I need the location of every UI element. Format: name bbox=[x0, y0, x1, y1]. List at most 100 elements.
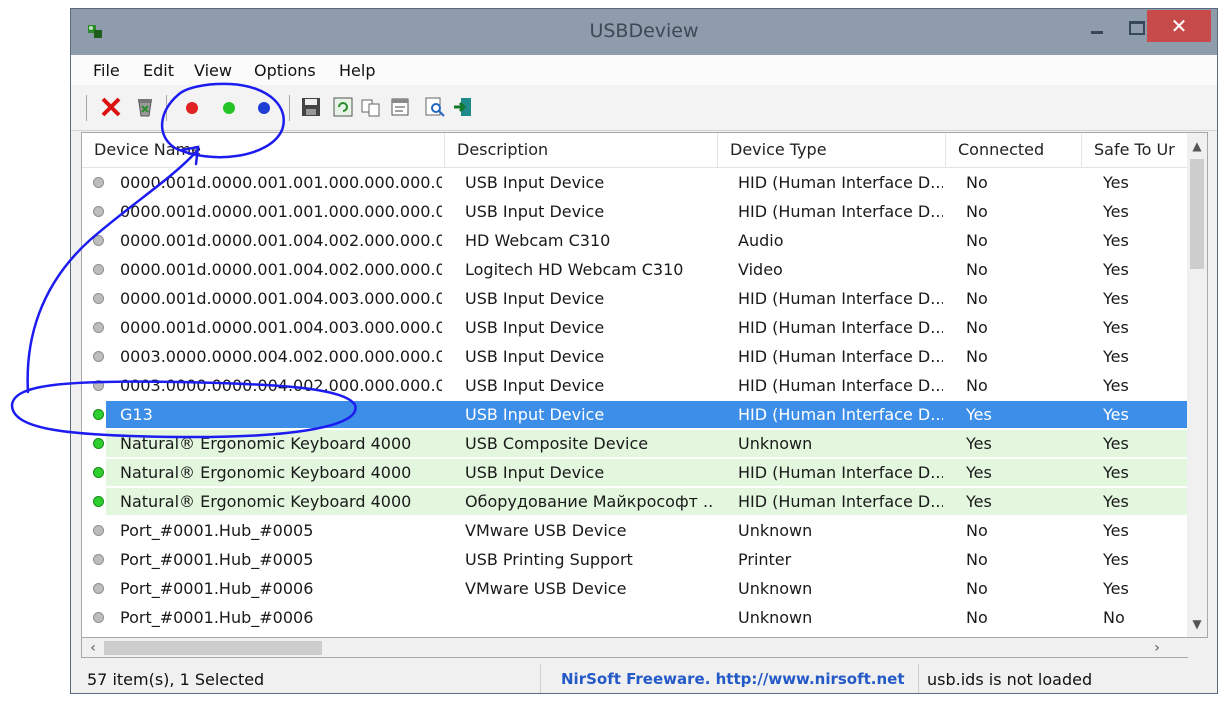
table-row[interactable]: 0003.0000.0000.004.002.000.000.000.000 US… bbox=[82, 342, 1188, 371]
refresh-icon[interactable] bbox=[331, 95, 355, 119]
app-window: USBDeview ✕ File Edit View Options Help bbox=[70, 8, 1218, 694]
table-row[interactable]: Port_#0001.Hub_#0005 VMware USB Device Unk… bbox=[82, 516, 1188, 545]
cell-safe: Yes bbox=[1103, 434, 1129, 453]
cell-connected: Yes bbox=[966, 434, 992, 453]
cell-safe: Yes bbox=[1103, 463, 1129, 482]
disconnected-status-icon bbox=[93, 206, 104, 217]
list-rows: 0000.001d.0000.001.001.000.000.000.000 US… bbox=[82, 168, 1188, 632]
cell-type: HID (Human Interface D... bbox=[738, 347, 943, 366]
column-safe-to-unplug[interactable]: Safe To Ur bbox=[1082, 133, 1188, 167]
exit-icon[interactable] bbox=[451, 95, 475, 119]
cell-type: HID (Human Interface D... bbox=[738, 202, 943, 221]
nirsoft-link[interactable]: NirSoft Freeware. http://www.nirsoft.net bbox=[541, 664, 919, 693]
table-row[interactable]: Port_#0001.Hub_#0005 USB Printing Support… bbox=[82, 545, 1188, 574]
status-usbids: usb.ids is not loaded bbox=[927, 670, 1093, 689]
table-row[interactable]: 0000.001d.0000.001.004.003.000.000.000 US… bbox=[82, 284, 1188, 313]
connected-status-icon bbox=[93, 467, 104, 478]
cell-name: Natural® Ergonomic Keyboard 4000 bbox=[120, 492, 412, 511]
cell-safe: Yes bbox=[1103, 289, 1129, 308]
menu-edit[interactable]: Edit bbox=[143, 61, 174, 80]
cell-type: HID (Human Interface D... bbox=[738, 318, 943, 337]
scroll-up-icon[interactable]: ▲ bbox=[1187, 135, 1207, 157]
table-row[interactable]: 0000.001d.0000.001.004.002.000.000.000 Lo… bbox=[82, 255, 1188, 284]
copy-icon[interactable] bbox=[359, 95, 383, 119]
table-row[interactable]: G13 USB Input Device HID (Human Interface … bbox=[82, 400, 1188, 429]
disconnected-status-icon bbox=[93, 351, 104, 362]
cell-connected: No bbox=[966, 347, 988, 366]
cell-safe: Yes bbox=[1103, 260, 1129, 279]
cell-desc: VMware USB Device bbox=[465, 521, 627, 540]
title-bar[interactable]: USBDeview ✕ bbox=[71, 9, 1217, 55]
cell-name: 0003.0000.0000.004.002.000.000.000.000 bbox=[120, 347, 442, 366]
menu-options[interactable]: Options bbox=[254, 61, 316, 80]
cell-connected: No bbox=[966, 260, 988, 279]
cell-desc: HD Webcam C310 bbox=[465, 231, 611, 250]
vertical-scrollbar[interactable]: ▲ ▼ bbox=[1187, 133, 1207, 637]
cell-type: HID (Human Interface D... bbox=[738, 405, 943, 424]
save-icon[interactable] bbox=[299, 95, 323, 119]
table-row[interactable]: 0000.001d.0000.001.001.000.000.000.000 US… bbox=[82, 197, 1188, 226]
cell-connected: No bbox=[966, 318, 988, 337]
column-device-type[interactable]: Device Type bbox=[718, 133, 946, 167]
cell-type: Video bbox=[738, 260, 783, 279]
status-bar: 57 item(s), 1 Selected NirSoft Freeware.… bbox=[81, 664, 1208, 693]
scroll-down-icon[interactable]: ▼ bbox=[1187, 613, 1207, 635]
uninstall-icon[interactable] bbox=[133, 95, 157, 119]
cell-desc: Оборудование Майкрософт ... bbox=[465, 492, 715, 511]
close-button[interactable]: ✕ bbox=[1147, 10, 1211, 42]
cell-desc: USB Input Device bbox=[465, 405, 605, 424]
cell-desc: USB Input Device bbox=[465, 376, 605, 395]
cell-safe: Yes bbox=[1103, 550, 1129, 569]
table-row[interactable]: 0000.001d.0000.001.001.000.000.000.000 US… bbox=[82, 168, 1188, 197]
horizontal-scroll-thumb[interactable] bbox=[104, 641, 322, 655]
column-device-name[interactable]: Device Name bbox=[82, 133, 445, 167]
cell-name: Port_#0001.Hub_#0006 bbox=[120, 579, 314, 598]
cell-safe: Yes bbox=[1103, 405, 1129, 424]
table-row[interactable]: Natural® Ergonomic Keyboard 4000 USB Comp… bbox=[82, 429, 1188, 458]
cell-connected: No bbox=[966, 608, 988, 627]
cell-safe: Yes bbox=[1103, 521, 1129, 540]
green-dot-icon[interactable] bbox=[223, 102, 235, 114]
table-row[interactable]: Port_#0001.Hub_#0006 Unknown No No bbox=[82, 603, 1188, 632]
table-row[interactable]: Natural® Ergonomic Keyboard 4000 Оборудов… bbox=[82, 487, 1188, 516]
cell-safe: Yes bbox=[1103, 202, 1129, 221]
minimize-button[interactable] bbox=[1085, 17, 1111, 39]
cell-safe: Yes bbox=[1103, 231, 1129, 250]
cell-connected: No bbox=[966, 289, 988, 308]
menu-help[interactable]: Help bbox=[339, 61, 375, 80]
menu-file[interactable]: File bbox=[93, 61, 120, 80]
cell-desc: Logitech HD Webcam C310 bbox=[465, 260, 684, 279]
disconnected-status-icon bbox=[93, 177, 104, 188]
cell-name: Port_#0001.Hub_#0005 bbox=[120, 521, 314, 540]
table-row[interactable]: 0003.0000.0000.004.002.000.000.000.000 US… bbox=[82, 371, 1188, 400]
vertical-scroll-thumb[interactable] bbox=[1190, 159, 1204, 269]
table-row[interactable]: 0000.001d.0000.001.004.002.000.000.000 HD… bbox=[82, 226, 1188, 255]
column-connected[interactable]: Connected bbox=[946, 133, 1082, 167]
table-row[interactable]: Port_#0001.Hub_#0006 VMware USB Device Unk… bbox=[82, 574, 1188, 603]
scroll-right-icon[interactable]: › bbox=[1148, 638, 1166, 658]
toolbar bbox=[71, 85, 1217, 131]
table-row[interactable]: 0000.001d.0000.001.004.003.000.000.000 US… bbox=[82, 313, 1188, 342]
cell-connected: No bbox=[966, 173, 988, 192]
menu-view[interactable]: View bbox=[194, 61, 232, 80]
column-description[interactable]: Description bbox=[445, 133, 718, 167]
scroll-left-icon[interactable]: ‹ bbox=[84, 638, 102, 658]
cell-desc: VMware USB Device bbox=[465, 579, 627, 598]
list-header: Device Name Description Device Type Conn… bbox=[82, 133, 1188, 168]
delete-icon[interactable] bbox=[99, 95, 123, 119]
find-icon[interactable] bbox=[423, 95, 447, 119]
cell-desc: USB Input Device bbox=[465, 202, 605, 221]
cell-connected: No bbox=[966, 376, 988, 395]
properties-icon[interactable] bbox=[389, 95, 413, 119]
cell-type: Unknown bbox=[738, 608, 813, 627]
cell-connected: No bbox=[966, 202, 988, 221]
blue-dot-icon[interactable] bbox=[258, 102, 270, 114]
horizontal-scrollbar[interactable]: ‹ › bbox=[81, 638, 1188, 658]
device-list[interactable]: Device Name Description Device Type Conn… bbox=[81, 132, 1208, 638]
red-dot-icon[interactable] bbox=[186, 102, 198, 114]
cell-name: 0003.0000.0000.004.002.000.000.000.000 bbox=[120, 376, 442, 395]
cell-desc: USB Printing Support bbox=[465, 550, 633, 569]
table-row[interactable]: Natural® Ergonomic Keyboard 4000 USB Inpu… bbox=[82, 458, 1188, 487]
cell-name: Port_#0001.Hub_#0005 bbox=[120, 550, 314, 569]
cell-name: 0000.001d.0000.001.001.000.000.000.000 bbox=[120, 202, 442, 221]
